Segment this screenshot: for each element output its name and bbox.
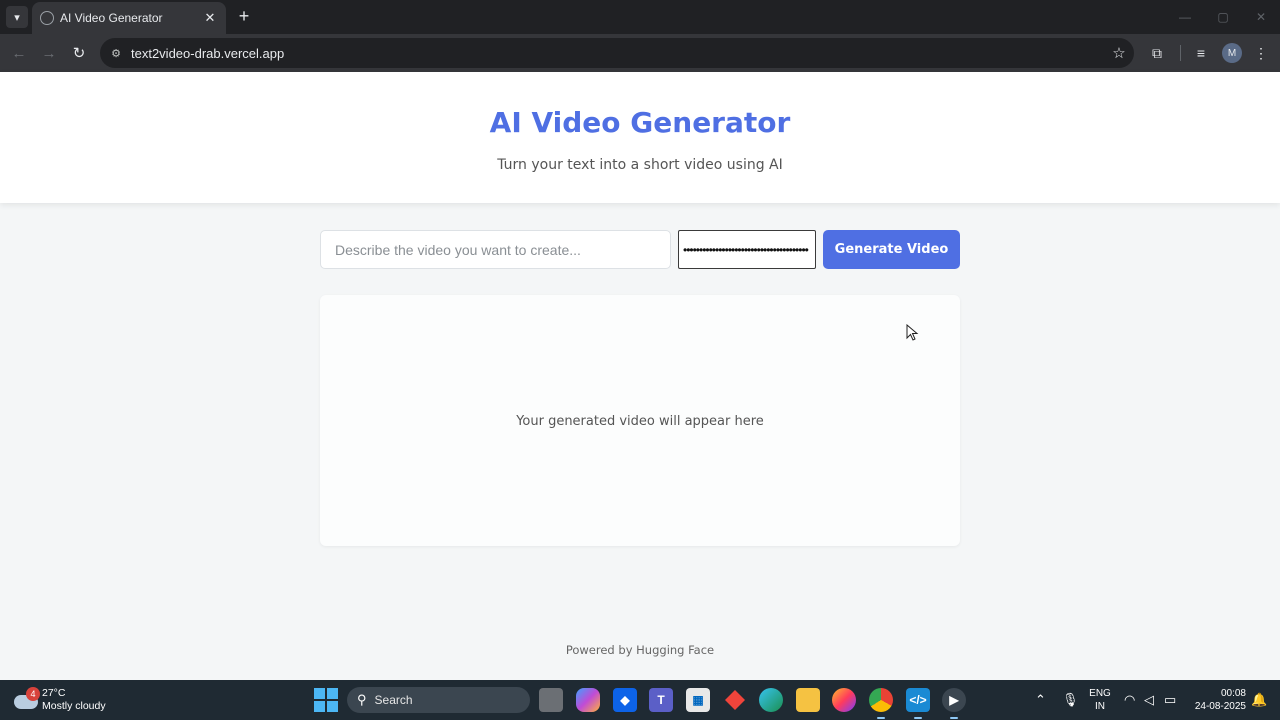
generate-video-button[interactable]: Generate Video xyxy=(823,230,960,269)
extensions-puzzle-icon[interactable]: ⧉ xyxy=(1146,42,1168,64)
microphone-icon[interactable]: 🎙 xyxy=(1062,680,1079,720)
vscode-active-indicator xyxy=(914,717,922,719)
browser-tab-strip: ▾ AI Video Generator ✕ + — ▢ ✕ xyxy=(0,0,1280,34)
search-label: Search xyxy=(374,693,413,707)
weather-description: Mostly cloudy xyxy=(42,700,106,712)
dropbox-icon[interactable]: ◆ xyxy=(613,688,637,712)
teams-icon[interactable]: T xyxy=(649,688,673,712)
toolbar-divider xyxy=(1180,45,1181,61)
web-page: AI Video Generator Turn your text into a… xyxy=(0,72,1280,680)
address-bar[interactable]: ⚙ text2video-drab.vercel.app ☆ xyxy=(100,38,1134,68)
language-line-2: IN xyxy=(1095,701,1105,712)
tab-search-chevron-icon[interactable]: ▾ xyxy=(6,6,28,28)
footer-text: Powered by Hugging Face xyxy=(565,643,715,657)
forward-arrow-icon[interactable]: → xyxy=(38,42,60,64)
page-subtitle: Turn your text into a short video using … xyxy=(497,157,783,173)
volume-icon[interactable]: ◁ xyxy=(1144,680,1154,720)
close-tab-icon[interactable]: ✕ xyxy=(202,10,218,26)
tray-overflow-chevron-icon[interactable]: ⌃ xyxy=(1035,680,1046,720)
url-text[interactable]: text2video-drab.vercel.app xyxy=(131,46,1104,61)
site-info-icon[interactable]: ⚙ xyxy=(108,45,124,61)
profile-avatar[interactable]: M xyxy=(1222,43,1242,63)
system-clock[interactable]: 00:08 24-08-2025 xyxy=(1186,687,1246,713)
video-output-area: Your generated video will appear here xyxy=(320,295,960,546)
weather-temperature: 27°C xyxy=(42,687,66,699)
globe-icon xyxy=(40,11,54,25)
weather-widget[interactable]: 4 27°C Mostly cloudy xyxy=(14,684,106,716)
media-player-active-indicator xyxy=(950,717,958,719)
file-explorer-icon[interactable] xyxy=(796,688,820,712)
bookmark-star-icon[interactable]: ☆ xyxy=(1104,44,1134,62)
firefox-icon[interactable] xyxy=(832,688,856,712)
maximize-icon[interactable]: ▢ xyxy=(1204,0,1242,34)
new-tab-icon[interactable]: + xyxy=(234,6,254,26)
api-key-input[interactable] xyxy=(678,230,816,269)
copilot-icon[interactable] xyxy=(576,688,600,712)
video-placeholder-text: Your generated video will appear here xyxy=(516,414,764,429)
reading-list-icon[interactable]: ≡ xyxy=(1190,42,1212,64)
anydesk-icon[interactable] xyxy=(723,688,747,712)
taskbar-search[interactable]: ⚲ Search xyxy=(347,687,530,713)
store-icon[interactable]: ▦ xyxy=(686,688,710,712)
windows-start-icon[interactable] xyxy=(314,688,338,712)
battery-icon[interactable]: ▭ xyxy=(1164,680,1176,720)
browser-tab-active[interactable]: AI Video Generator ✕ xyxy=(32,2,226,34)
reload-icon[interactable]: ↻ xyxy=(68,42,90,64)
edge-icon[interactable] xyxy=(759,688,783,712)
chrome-icon[interactable] xyxy=(869,688,893,712)
back-arrow-icon[interactable]: ← xyxy=(8,42,30,64)
wifi-icon[interactable]: ◠ xyxy=(1124,680,1135,720)
weather-badge: 4 xyxy=(26,687,40,701)
vscode-icon[interactable]: </> xyxy=(906,688,930,712)
chrome-active-indicator xyxy=(877,717,885,719)
search-icon: ⚲ xyxy=(357,692,367,707)
browser-toolbar: ← → ↻ ⚙ text2video-drab.vercel.app ☆ ⧉ ≡… xyxy=(0,34,1280,72)
window-close-icon[interactable]: ✕ xyxy=(1242,0,1280,34)
page-title: AI Video Generator xyxy=(489,106,791,139)
cloud-icon: 4 xyxy=(14,687,40,709)
language-line-1: ENG xyxy=(1089,688,1111,699)
language-indicator[interactable]: ENG IN xyxy=(1088,687,1112,713)
more-menu-icon[interactable]: ⋮ xyxy=(1250,42,1272,64)
tab-title: AI Video Generator xyxy=(60,11,163,25)
page-header: AI Video Generator Turn your text into a… xyxy=(0,72,1280,203)
media-player-icon[interactable]: ▶ xyxy=(942,688,966,712)
window-controls: — ▢ ✕ xyxy=(1166,0,1280,34)
notifications-bell-icon[interactable]: 🔔 xyxy=(1251,680,1267,720)
clock-time: 00:08 xyxy=(1220,688,1246,699)
task-view-icon[interactable] xyxy=(539,688,563,712)
windows-taskbar: 4 27°C Mostly cloudy ⚲ Search ◆ T ▦ </> … xyxy=(0,680,1280,720)
mouse-cursor-icon xyxy=(906,324,919,341)
video-prompt-input[interactable] xyxy=(320,230,671,269)
minimize-icon[interactable]: — xyxy=(1166,0,1204,34)
clock-date: 24-08-2025 xyxy=(1194,701,1246,712)
